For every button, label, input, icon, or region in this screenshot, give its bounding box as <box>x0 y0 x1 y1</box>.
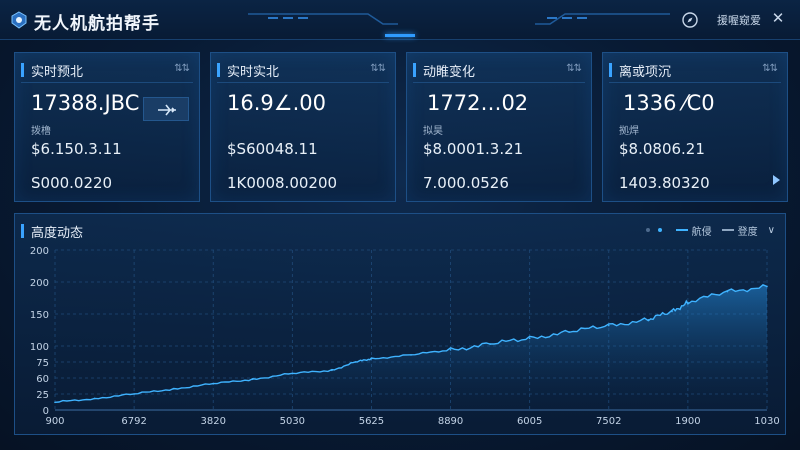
y-tick-label: 200 <box>30 278 49 289</box>
data-point <box>687 301 689 304</box>
card-title: 实时实北 <box>227 65 280 80</box>
data-point <box>54 401 56 404</box>
title-bar: 无人机航拍帮手 援喔窥爱 ✕ <box>0 0 800 40</box>
stat-card-1: 实时预北 ⇅⇅ 17388.JBC 拨橹 $6.150.3.11 S000.02… <box>14 52 200 202</box>
data-point <box>647 318 650 321</box>
card-title: 离或项沉 <box>619 65 672 80</box>
data-point <box>370 358 373 360</box>
card-secondary-value: $8.0001.3.21 <box>423 140 524 158</box>
card-sub-label: 拠焊 <box>619 126 639 137</box>
card-sub-label: 拟昊 <box>423 126 443 137</box>
card-accent-bar <box>217 63 220 77</box>
data-point <box>291 372 294 375</box>
x-tick-label: 6005 <box>517 416 542 427</box>
stat-card-3: 动睢变化 ⇅⇅ 1772…02 拟昊 $8.0001.3.21 7.000.05… <box>406 52 592 202</box>
card-tertiary-value: 1403.80320 <box>619 174 710 192</box>
data-point <box>528 337 531 340</box>
data-point <box>354 361 357 363</box>
altitude-chart-panel: 高度动态 航侵 登度 ∨ 0 25 60 75 100 150 200 200 900 6792 3… <box>14 213 786 435</box>
altitude-chart: 0256075100150200200900 6792 3820 5030 5625 88… <box>30 246 780 427</box>
app-logo-icon <box>11 11 27 29</box>
data-point <box>212 382 215 385</box>
y-tick-label: 60 <box>36 374 49 385</box>
card-expand-button[interactable]: ⇅⇅ <box>174 63 190 74</box>
data-point <box>331 369 333 372</box>
x-tick-label: 6792 <box>121 416 146 427</box>
stat-card-2: 实时实北 ⇅⇅ 16.9∠.00 $S60048.11 1K0008.00200 <box>210 52 396 202</box>
data-point <box>671 310 673 313</box>
y-tick-label: 200 <box>30 246 49 257</box>
card-tertiary-value: 1K0008.00200 <box>227 174 338 192</box>
data-point <box>172 388 175 390</box>
card-expand-button[interactable]: ⇅⇅ <box>762 63 778 74</box>
data-point <box>607 324 610 327</box>
x-tick-label: 5625 <box>359 416 384 427</box>
y-tick-label: 100 <box>30 342 49 353</box>
card-title: 实时预北 <box>31 65 84 80</box>
app-title: 无人机航拍帮手 <box>34 14 160 34</box>
y-tick-label: 150 <box>30 310 49 321</box>
x-tick-label: 5030 <box>280 416 305 427</box>
card-divider <box>609 82 781 83</box>
card-primary-value: 16.9∠.00 <box>227 91 326 115</box>
card-expand-button[interactable]: ⇅⇅ <box>370 63 386 74</box>
data-point <box>568 331 571 333</box>
data-point <box>449 349 452 351</box>
header-link[interactable]: 援喔窥爱 <box>717 12 761 28</box>
card-accent-bar <box>21 63 24 77</box>
y-tick-label: 75 <box>36 358 49 369</box>
close-button[interactable]: ✕ <box>770 9 786 27</box>
data-point <box>251 378 254 381</box>
card-secondary-value: $8.0806.21 <box>619 140 705 158</box>
card-secondary-value: $S60048.11 <box>227 140 318 158</box>
x-tick-label: 900 <box>45 416 64 427</box>
header-accent-glow <box>385 34 415 37</box>
card-accent-bar <box>609 63 612 77</box>
compass-icon[interactable] <box>681 11 699 29</box>
card-sub-label: 拨橹 <box>31 126 51 137</box>
card-tertiary-value: S000.0220 <box>31 174 113 192</box>
plane-icon-chip <box>143 97 189 121</box>
data-point <box>726 290 729 293</box>
chevron-right-icon[interactable] <box>769 173 783 187</box>
card-divider <box>413 82 585 83</box>
data-point <box>410 354 412 356</box>
card-expand-button[interactable]: ⇅⇅ <box>566 63 582 74</box>
card-accent-bar <box>413 63 416 77</box>
data-point <box>766 285 768 288</box>
card-secondary-value: $6.150.3.11 <box>31 140 122 158</box>
header-decoration-left <box>248 13 398 25</box>
x-tick-label: 1030 <box>754 416 779 427</box>
x-tick-label: 3820 <box>200 416 225 427</box>
card-primary-value: 17388.JBC <box>31 91 140 115</box>
card-primary-value: 1336 ⁄C0 <box>623 91 715 115</box>
y-tick-label: 25 <box>36 390 49 401</box>
card-title: 动睢变化 <box>423 65 476 80</box>
x-tick-label: 8890 <box>438 416 463 427</box>
stat-card-4: 离或项沉 ⇅⇅ 1336 ⁄C0 拠焊 $8.0806.21 1403.8032… <box>602 52 788 202</box>
card-divider <box>217 82 389 83</box>
card-tertiary-value: 7.000.0526 <box>423 174 509 192</box>
x-tick-label: 7502 <box>596 416 621 427</box>
data-point <box>133 393 135 395</box>
x-tick-label: 1900 <box>675 416 700 427</box>
data-point <box>489 343 491 345</box>
plane-icon <box>158 104 176 116</box>
card-divider <box>21 82 193 83</box>
header-decoration-right <box>535 13 670 25</box>
data-point <box>93 397 96 400</box>
card-primary-value: 1772…02 <box>427 91 529 115</box>
